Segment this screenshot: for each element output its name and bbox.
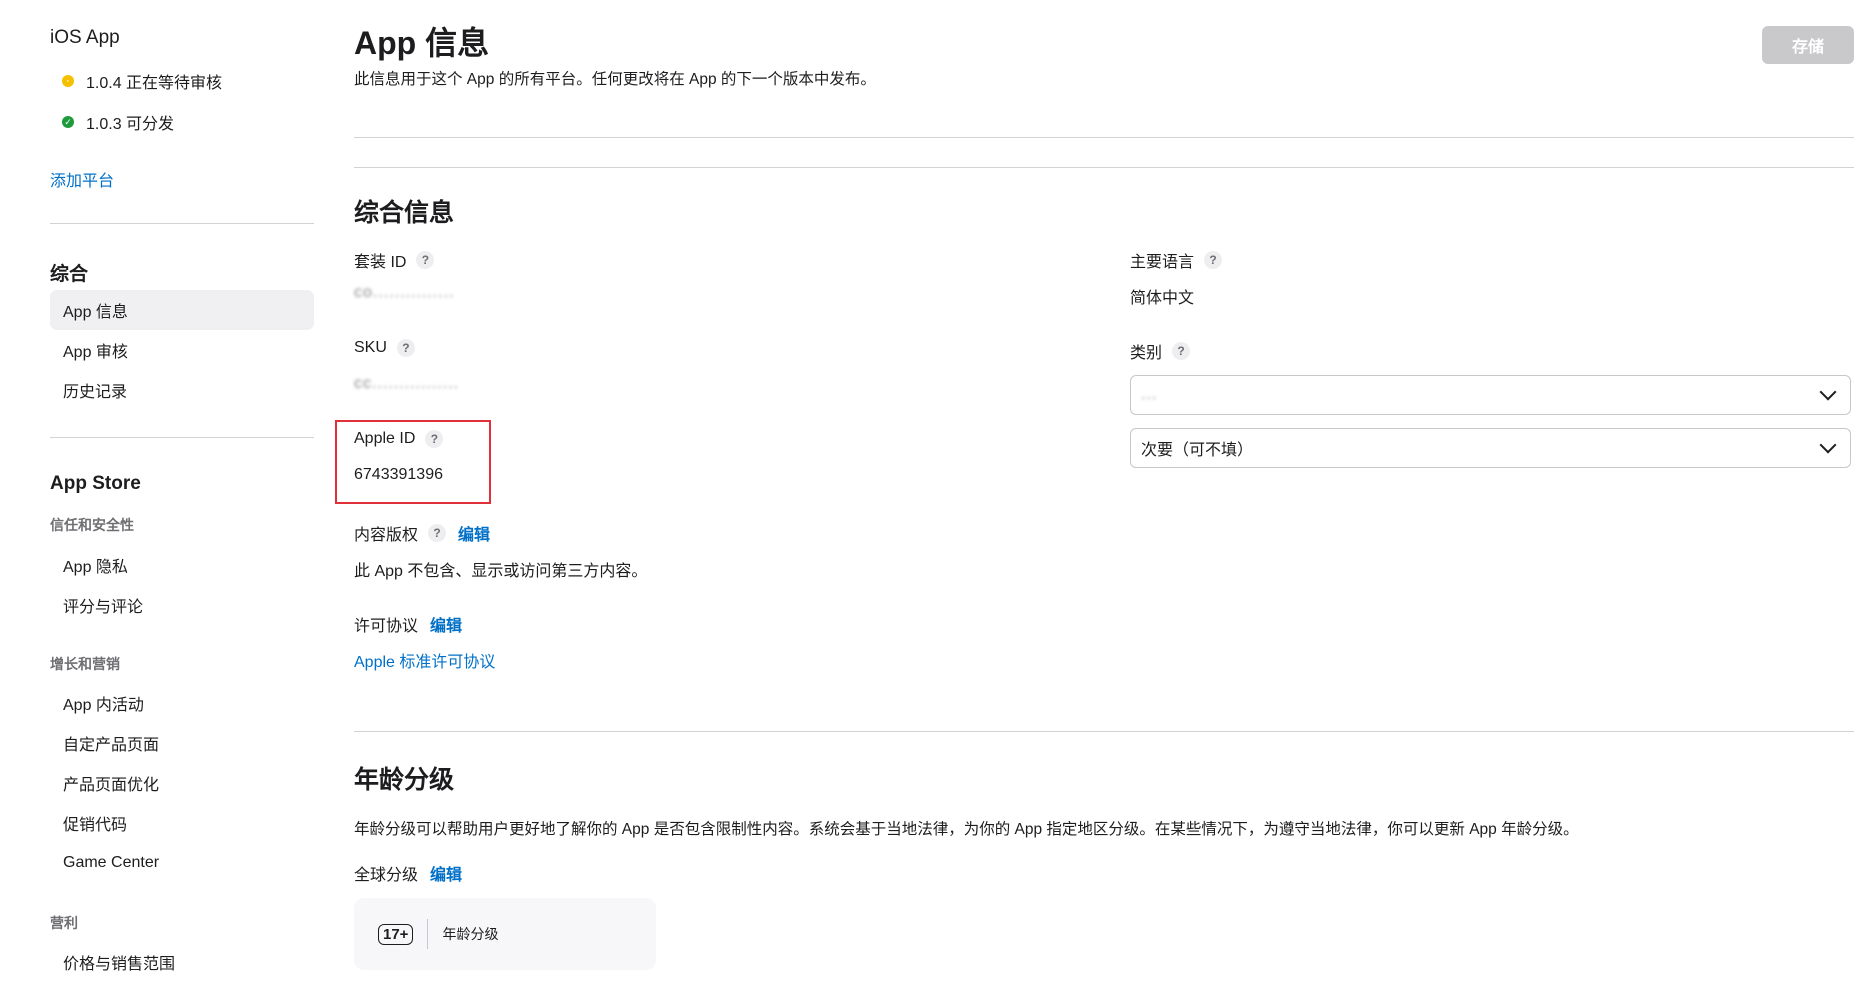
- license-label-text: 许可协议: [354, 618, 419, 635]
- global-rating-label-text: 全球分级: [354, 867, 419, 884]
- sku-label: SKU ?: [354, 339, 415, 357]
- question-mark-icon[interactable]: ?: [425, 430, 444, 448]
- section-app-store-title: App Store: [50, 473, 141, 494]
- license-label: 许可协议 编辑: [354, 612, 462, 636]
- primary-language-label: 主要语言 ?: [1130, 248, 1223, 272]
- platform-title: iOS App: [50, 27, 120, 48]
- sidebar-item-game-center[interactable]: Game Center: [50, 843, 314, 883]
- add-platform-link[interactable]: 添加平台: [50, 167, 114, 191]
- global-rating-edit-link[interactable]: 编辑: [430, 861, 462, 885]
- section-general-title: 综合: [50, 264, 89, 285]
- apple-id-label: Apple ID ?: [354, 430, 444, 448]
- general-info-title: 综合信息: [354, 199, 455, 227]
- primary-category-select[interactable]: ...: [1130, 375, 1851, 415]
- question-mark-icon[interactable]: ?: [396, 339, 415, 357]
- sidebar-item-product-page-optimization[interactable]: 产品页面优化: [50, 763, 314, 803]
- question-mark-icon[interactable]: ?: [428, 524, 447, 542]
- sidebar-item-history[interactable]: 历史记录: [50, 370, 314, 410]
- version-item-pending[interactable]: · 1.0.4 正在等待审核: [62, 69, 222, 93]
- question-mark-icon[interactable]: ?: [1172, 342, 1191, 360]
- sidebar-divider: [50, 437, 314, 438]
- sidebar-item-app-info[interactable]: App 信息: [50, 290, 314, 330]
- checkmark-icon: ✓: [62, 116, 74, 128]
- category-label: 类别 ?: [1130, 339, 1191, 363]
- subsection-growth-title: 增长和营销: [50, 656, 120, 672]
- primary-language-label-text: 主要语言: [1130, 254, 1195, 271]
- divider: [354, 137, 1854, 138]
- subsection-trust-title: 信任和安全性: [50, 517, 134, 533]
- main-content: App 信息 此信息用于这个 App 的所有平台。任何更改将在 App 的下一个…: [335, 0, 1854, 979]
- divider: [354, 167, 1854, 168]
- age-rating-card: 17+ 年龄分级: [354, 898, 656, 970]
- divider: [427, 919, 429, 949]
- sidebar-item-promo-codes[interactable]: 促销代码: [50, 803, 314, 843]
- license-agreement-link[interactable]: Apple 标准许可协议: [354, 648, 495, 672]
- page-description: 此信息用于这个 App 的所有平台。任何更改将在 App 的下一个版本中发布。: [354, 71, 876, 88]
- sidebar-item-app-privacy[interactable]: App 隐私: [50, 545, 314, 585]
- chevron-down-icon: [1819, 383, 1837, 401]
- primary-category-value: ...: [1141, 386, 1158, 403]
- bundle-id-label: 套装 ID ?: [354, 248, 435, 272]
- sidebar-item-app-review[interactable]: App 审核: [50, 330, 314, 370]
- sidebar-item-custom-product-pages[interactable]: 自定产品页面: [50, 723, 314, 763]
- age-rating-title: 年龄分级: [354, 766, 455, 794]
- sku-value: cc................: [354, 375, 460, 392]
- sidebar-item-ratings-reviews[interactable]: 评分与评论: [50, 585, 314, 625]
- subsection-monetize-title: 营利: [50, 915, 78, 931]
- sku-label-text: SKU: [354, 339, 387, 356]
- apple-id-value: 6743391396: [354, 466, 443, 483]
- bundle-id-value: co...............: [354, 284, 455, 301]
- page-title: App 信息: [354, 25, 490, 61]
- category-label-text: 类别: [1130, 345, 1163, 362]
- age-rating-badge: 17+: [378, 923, 414, 945]
- secondary-category-select[interactable]: 次要（可不填）: [1130, 428, 1851, 468]
- sidebar-item-in-app-events[interactable]: App 内活动: [50, 683, 314, 723]
- save-button[interactable]: 存储: [1762, 26, 1854, 64]
- secondary-category-value: 次要（可不填）: [1141, 442, 1254, 459]
- age-rating-description: 年龄分级可以帮助用户更好地了解你的 App 是否包含限制性内容。系统会基于当地法…: [354, 821, 1579, 838]
- question-mark-icon[interactable]: ?: [1204, 251, 1223, 269]
- license-edit-link[interactable]: 编辑: [430, 612, 462, 636]
- sidebar-item-pricing-availability[interactable]: 价格与销售范围: [50, 942, 314, 982]
- version-label: 1.0.4 正在等待审核: [86, 75, 223, 92]
- divider: [354, 731, 1854, 732]
- sidebar: iOS App · 1.0.4 正在等待审核 ✓ 1.0.3 可分发 添加平台 …: [0, 0, 315, 979]
- content-rights-label: 内容版权 ? 编辑: [354, 521, 490, 545]
- version-label: 1.0.3 可分发: [86, 116, 175, 133]
- sidebar-divider: [50, 223, 314, 224]
- apple-id-label-text: Apple ID: [354, 430, 416, 447]
- primary-language-value: 简体中文: [1130, 290, 1195, 307]
- content-rights-value: 此 App 不包含、显示或访问第三方内容。: [354, 563, 648, 580]
- age-rating-badge-label: 年龄分级: [442, 926, 499, 942]
- version-item-ready[interactable]: ✓ 1.0.3 可分发: [62, 110, 174, 134]
- content-rights-label-text: 内容版权: [354, 527, 419, 544]
- global-rating-label: 全球分级 编辑: [354, 861, 462, 885]
- chevron-down-icon: [1819, 436, 1837, 454]
- clock-icon: ·: [62, 75, 74, 87]
- content-rights-edit-link[interactable]: 编辑: [458, 521, 490, 545]
- question-mark-icon[interactable]: ?: [416, 251, 435, 269]
- bundle-id-label-text: 套装 ID: [354, 254, 407, 271]
